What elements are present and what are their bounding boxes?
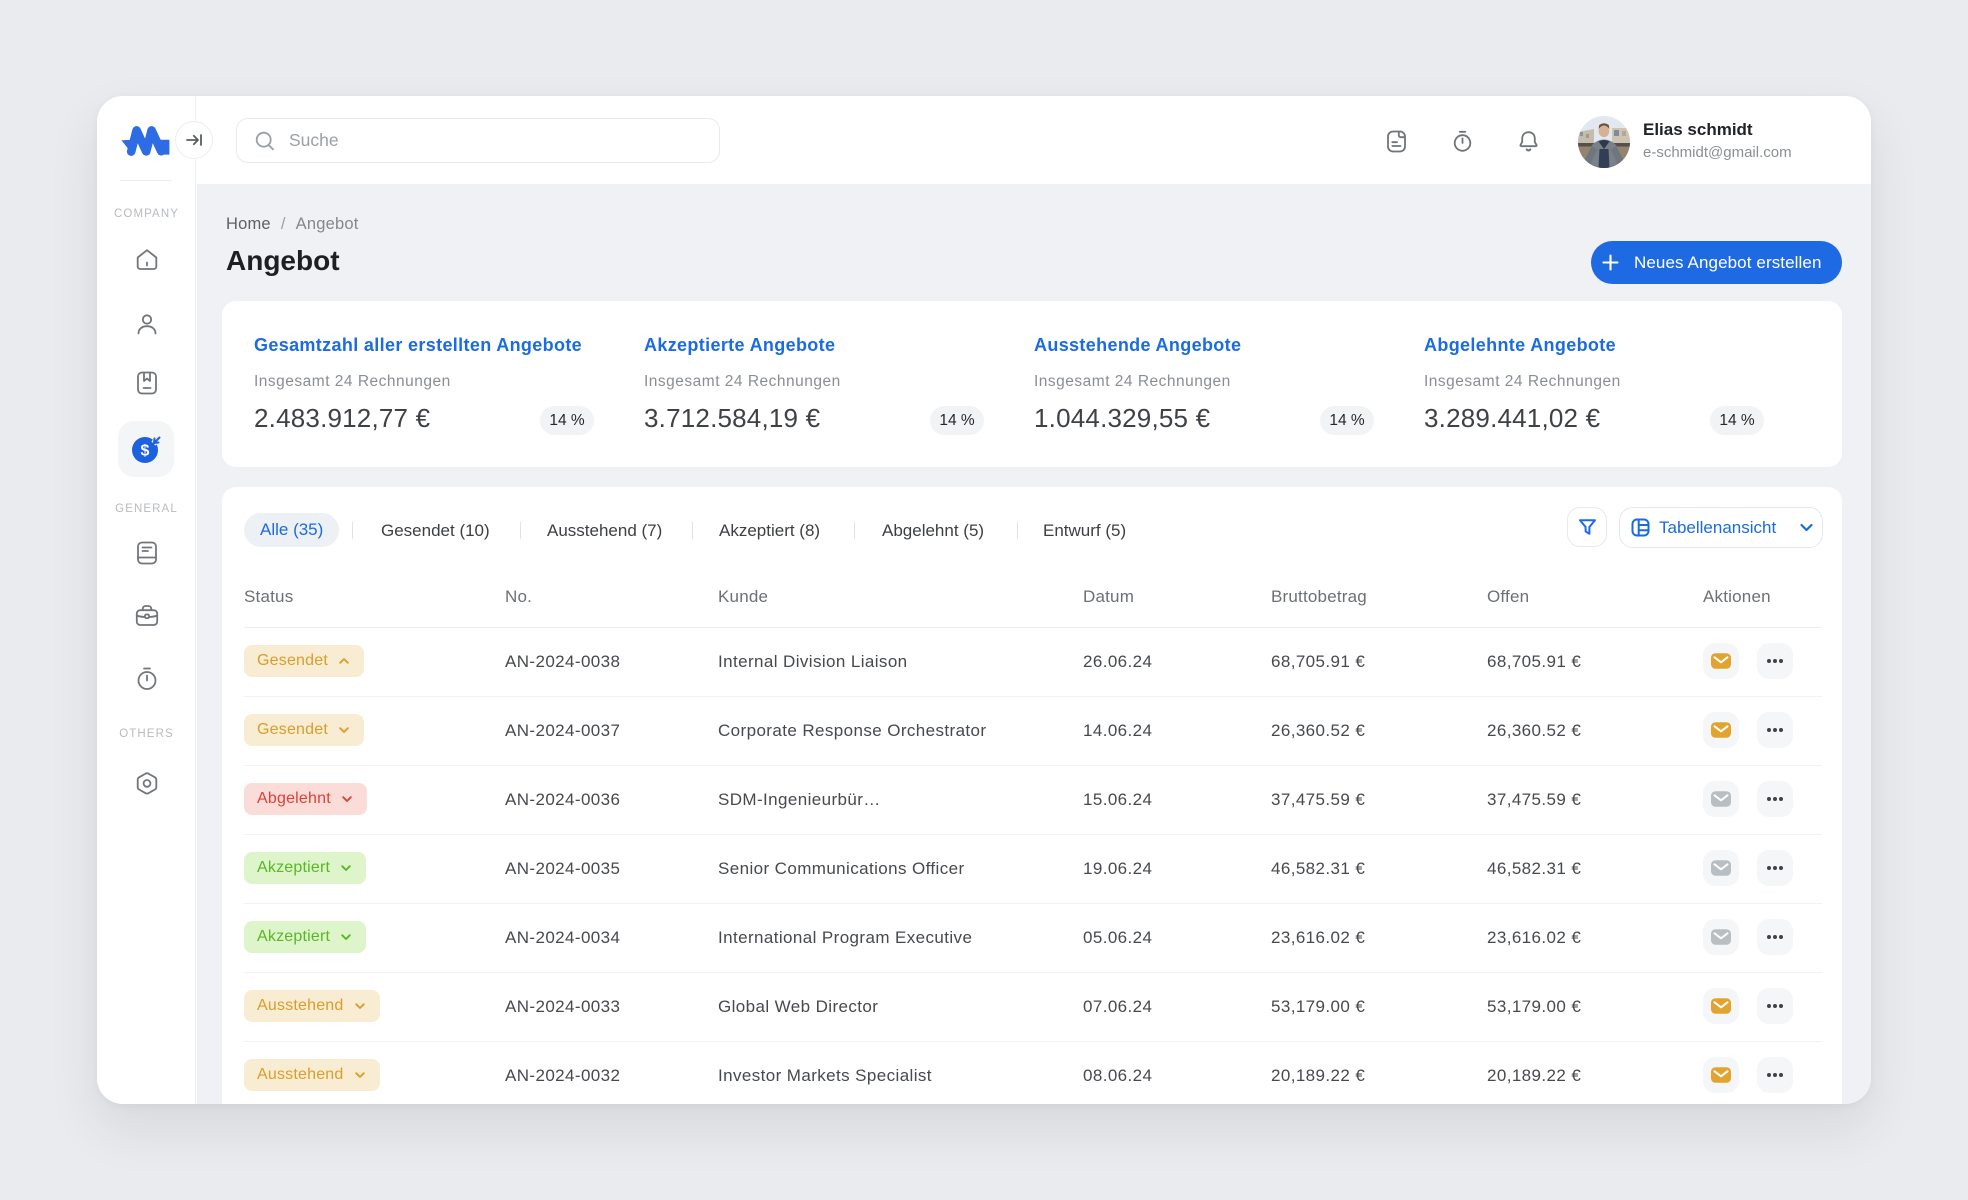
svg-text:$: $ bbox=[141, 443, 150, 460]
